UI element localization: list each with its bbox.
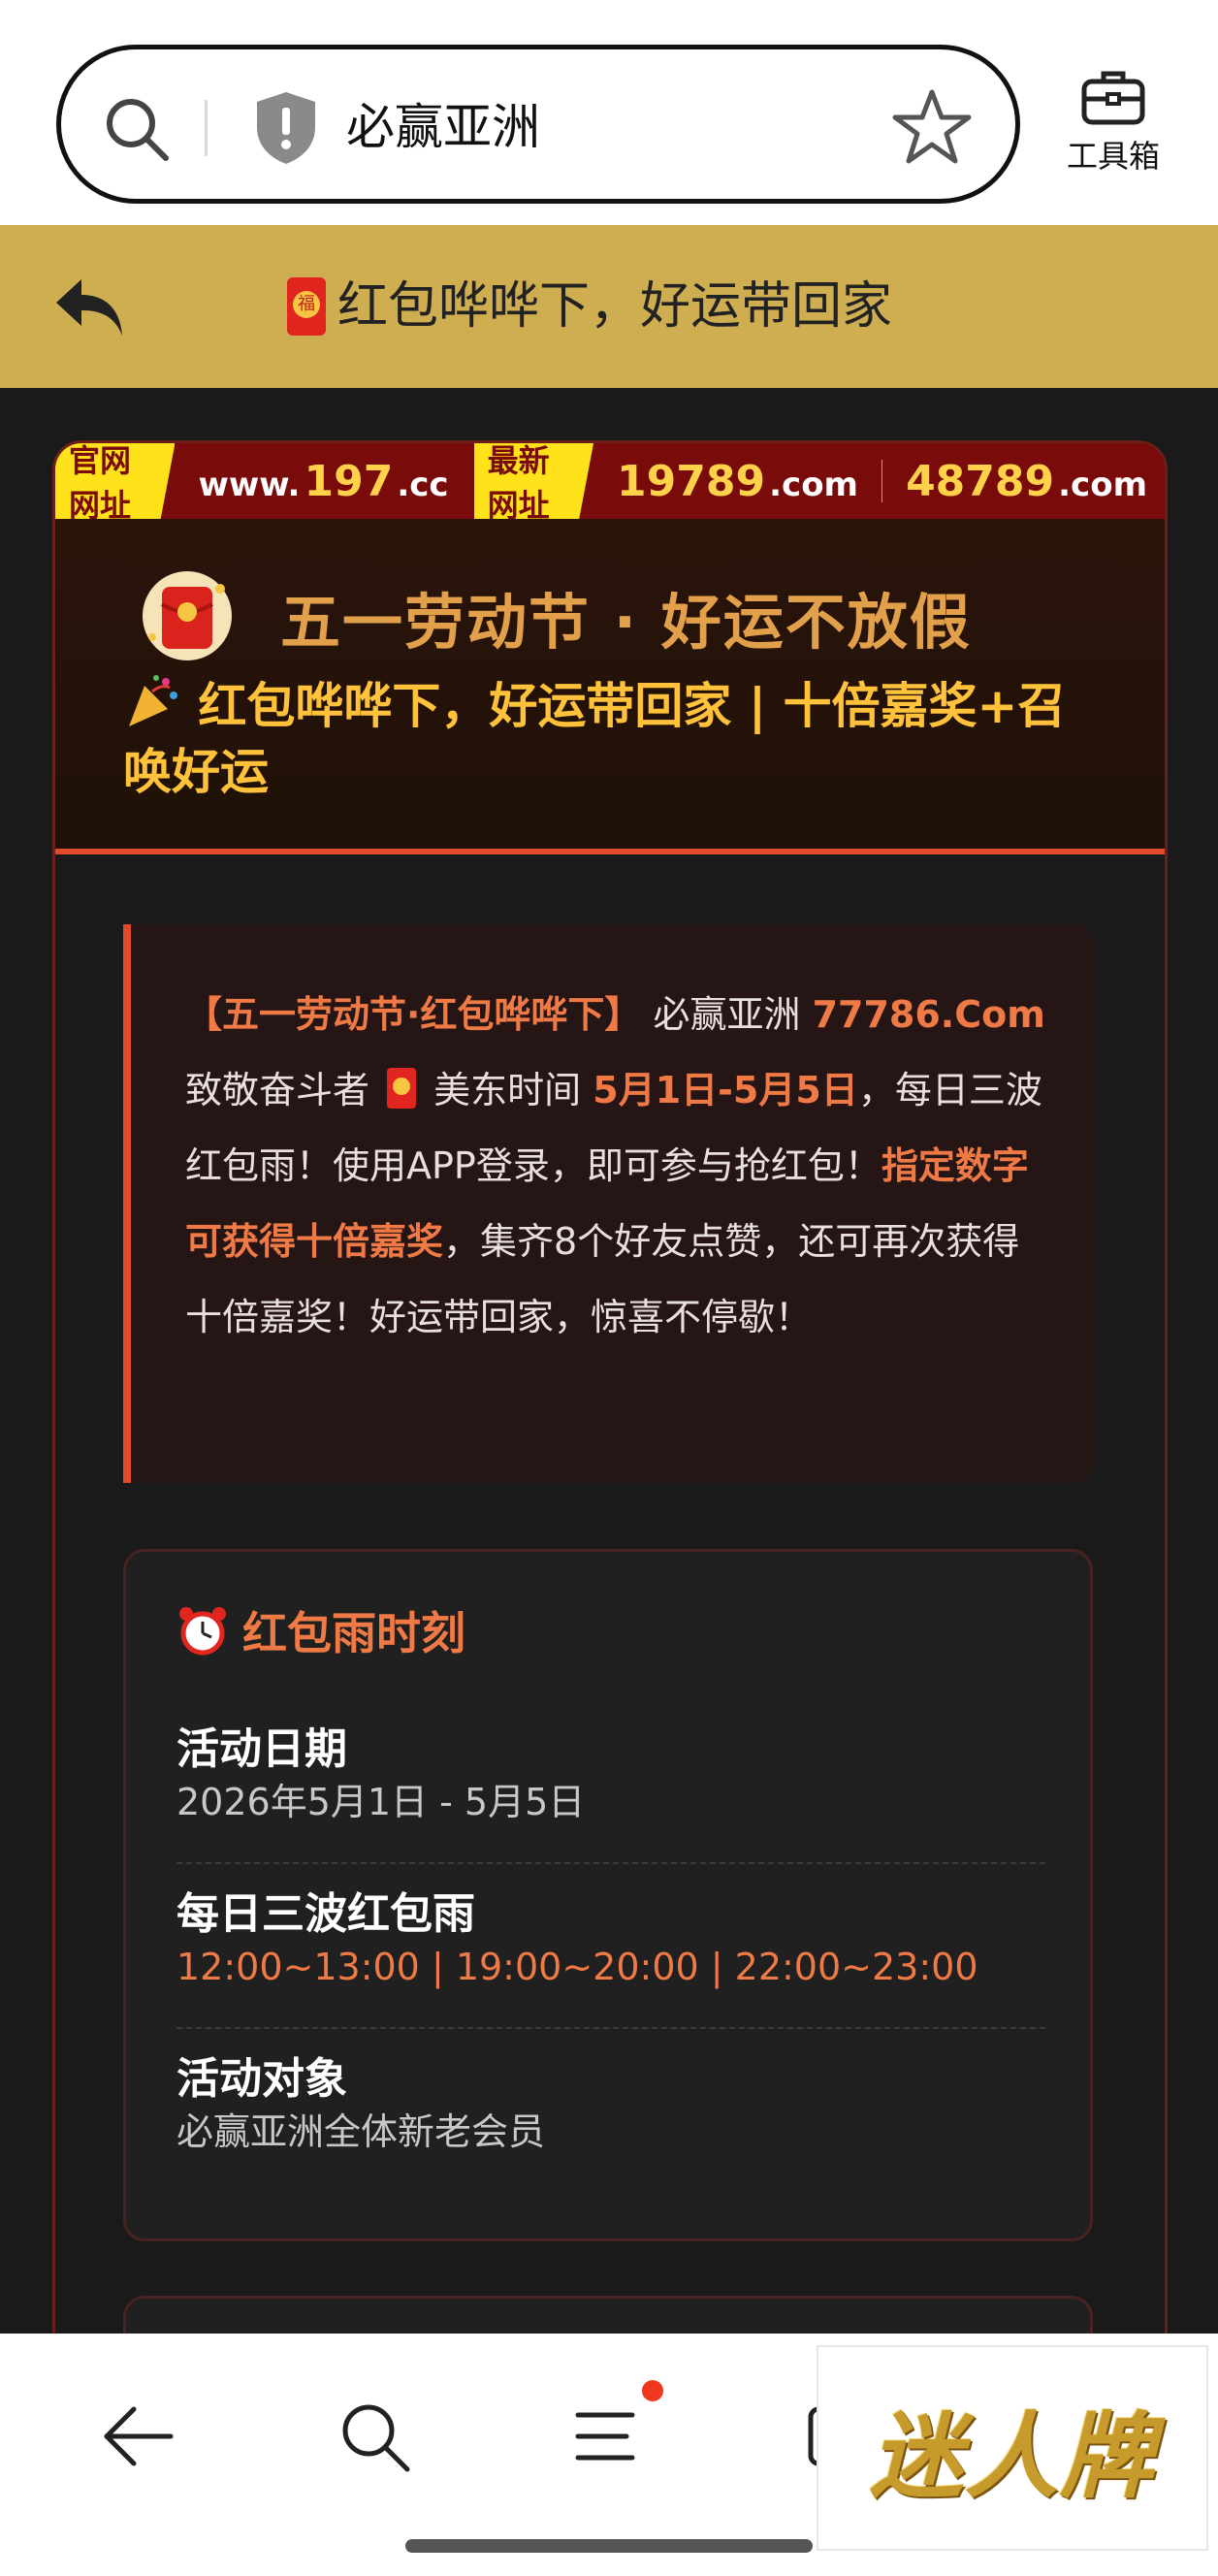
notice-brand: 必赢亚洲 [641,993,813,1036]
schedule-row-value: 必赢亚洲全体新老会员 [176,2110,546,2153]
notice-domain: 77786.Com [812,993,1045,1036]
divider [176,1862,1045,1864]
back-icon[interactable] [99,2398,176,2475]
bookmark-star-icon[interactable] [891,86,973,168]
notification-dot [642,2380,663,2401]
schedule-heading: 红包雨时刻 [176,1598,465,1662]
address-text[interactable]: 必赢亚洲 [346,92,540,162]
alarm-clock-icon [179,1607,226,1656]
shield-warning-icon[interactable] [251,88,321,166]
schedule-row-label: 活动对象 [176,2054,347,2104]
divider [176,2027,1045,2029]
red-packet-icon [387,1068,417,1109]
party-popper-icon [129,675,177,726]
toolbox-icon [1081,71,1145,125]
official-url[interactable]: www. 197 .cc [175,457,471,506]
schedule-row-waves: 每日三波红包雨 12:00~13:00 | 19:00~20:00 | 22:0… [176,1887,1045,1992]
watermark-badge: 迷人牌 [817,2345,1208,2551]
notice-text: 美东时间 [422,1069,593,1111]
latest-url-tag: 最新网址 [473,443,594,519]
latest-url-1[interactable]: 19789 .com [593,457,881,506]
address-bar[interactable]: 必赢亚洲 [56,45,1020,204]
menu-icon[interactable] [568,2398,646,2475]
address-separator [205,100,208,156]
latest-url-2-number: 48789 [906,456,1055,506]
hero-title: 五一劳动节 · 好运不放假 [280,587,972,658]
red-packet-icon [287,277,326,336]
schedule-row-value: 12:00~13:00 | 19:00~20:00 | 22:00~23:00 [176,1946,978,1988]
notice-date: 5月1日-5月5日 [593,1069,858,1111]
latest-url-1-number: 19789 [617,456,766,506]
hero-subtitle: 红包哗哗下，好运带回家 | 十倍嘉奖+召唤好运 [123,672,1093,805]
hero-banner: 五一劳动节 · 好运不放假 红包哗哗下，好运带回家 | 十倍嘉奖+召唤好运 [55,519,1165,854]
latest-url-1-suffix: .com [769,465,858,504]
official-url-suffix: .cc [397,465,449,504]
home-indicator[interactable] [405,2539,813,2553]
watermark-text: 迷人牌 [870,2400,1155,2511]
schedule-panel: 红包雨时刻 活动日期 2026年5月1日 - 5月5日 每日三波红包雨 12:0… [123,1549,1093,2241]
schedule-row-value: 2026年5月1日 - 5月5日 [176,1781,586,1823]
official-url-prefix: www. [198,465,301,504]
hero-subtitle-text: 红包哗哗下，好运带回家 | 十倍嘉奖+召唤好运 [123,678,1067,800]
page-title-text: 红包哗哗下，好运带回家 [337,277,893,336]
toolbox-label: 工具箱 [1066,138,1160,175]
latest-url-2-suffix: .com [1058,465,1147,504]
notice-title: 【五一劳动节·红包哗哗下】 [185,993,642,1036]
search-icon[interactable] [98,90,176,168]
official-url-number: 197 [304,456,394,506]
back-arrow-icon[interactable] [50,272,130,341]
schedule-heading-text: 红包雨时刻 [242,1607,465,1659]
notice-text: 致敬奋斗者 [185,1069,382,1111]
search-icon[interactable] [336,2398,413,2475]
promo-description: 【五一劳动节·红包哗哗下】 必赢亚洲 77786.Com 致敬奋斗者 美东时间 … [123,924,1093,1483]
browser-top-bar: 必赢亚洲 工具箱 [0,0,1218,225]
url-banner: 官网网址 www. 197 .cc 最新网址 19789 .com 48789 .com [55,443,1165,519]
toolbox-button[interactable]: 工具箱 [1055,68,1171,177]
red-packet-icon [143,571,232,660]
page-title: 红包哗哗下，好运带回家 [287,272,892,341]
official-url-tag: 官网网址 [55,443,176,519]
schedule-row-label: 每日三波红包雨 [176,1889,475,1939]
latest-url-2[interactable]: 48789 .com [882,456,1165,506]
schedule-row-label: 活动日期 [176,1724,347,1774]
page-header: 红包哗哗下，好运带回家 [0,225,1218,388]
promo-card: 官网网址 www. 197 .cc 最新网址 19789 .com 48789 .com… [52,440,1168,2380]
schedule-row-target: 活动对象 必赢亚洲全体新老会员 [176,2052,1045,2157]
schedule-row-date: 活动日期 2026年5月1日 - 5月5日 [176,1723,1045,1827]
